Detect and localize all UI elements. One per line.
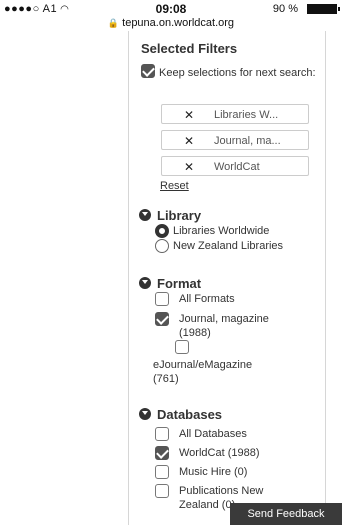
databases-facet-header[interactable]: Databases: [139, 407, 222, 422]
option-label: eJournal/eMagazine: [153, 359, 253, 371]
option-label: All Databases: [179, 428, 247, 440]
close-icon[interactable]: ✕: [184, 108, 194, 122]
chip-label: Libraries W...: [214, 109, 279, 121]
chevron-down-icon[interactable]: [139, 277, 151, 289]
option-label: Publications New: [179, 485, 264, 497]
checkbox-all-databases[interactable]: [155, 427, 169, 441]
chevron-down-icon[interactable]: [139, 408, 151, 420]
library-facet-header[interactable]: Library: [139, 208, 201, 223]
chip-label: Journal, ma...: [214, 135, 281, 147]
radio-libraries-worldwide[interactable]: [155, 224, 169, 238]
option-label: WorldCat (1988): [179, 447, 260, 459]
option-label: All Formats: [179, 293, 235, 305]
checkbox-all-formats[interactable]: [155, 292, 169, 306]
close-icon[interactable]: ✕: [184, 134, 194, 148]
filter-chip-worldcat[interactable]: ✕ WorldCat: [161, 156, 309, 176]
option-label: Libraries Worldwide: [173, 225, 270, 237]
selected-filters-title: Selected Filters: [141, 41, 238, 56]
format-facet-header[interactable]: Format: [139, 276, 201, 291]
checkbox-publications-nz[interactable]: [155, 484, 169, 498]
filter-chip-libraries[interactable]: ✕ Libraries W...: [161, 104, 309, 124]
option-label: Journal, magazine: [179, 313, 269, 325]
checkbox-journal-magazine[interactable]: [155, 312, 169, 326]
battery-percent: 90 %: [272, 3, 298, 15]
checkbox-music-hire[interactable]: [155, 465, 169, 479]
option-count: (761): [153, 373, 179, 385]
chip-label: WorldCat: [214, 161, 260, 173]
checkbox-worldcat[interactable]: [155, 446, 169, 460]
battery-icon: [307, 4, 340, 14]
option-label-cont: Zealand (0): [179, 499, 236, 511]
close-icon[interactable]: ✕: [184, 160, 194, 174]
send-feedback-button[interactable]: Send Feedback: [230, 503, 342, 525]
url-bar[interactable]: 🔒 tepuna.on.worldcat.org: [0, 17, 342, 31]
lock-icon: 🔒: [107, 18, 120, 28]
library-facet-title: Library: [157, 208, 202, 223]
checkbox-ejournal[interactable]: [175, 340, 189, 354]
format-facet-title: Format: [157, 276, 202, 291]
chevron-down-icon[interactable]: [139, 209, 151, 221]
keep-selections-label: Keep selections for next search:: [159, 67, 316, 79]
reset-link[interactable]: Reset: [160, 180, 189, 192]
option-count: (1988): [179, 327, 211, 339]
status-bar: ●●●●○ A1 ◠ 09:08 90 %: [0, 0, 342, 17]
databases-facet-title: Databases: [157, 407, 223, 422]
radio-new-zealand-libraries[interactable]: [155, 239, 169, 253]
option-label: Music Hire (0): [179, 466, 248, 478]
option-label: New Zealand Libraries: [173, 240, 284, 252]
filter-panel: Selected Filters Keep selections for nex…: [128, 31, 326, 525]
filter-chip-journal[interactable]: ✕ Journal, ma...: [161, 130, 309, 150]
url-text: tepuna.on.worldcat.org: [122, 17, 235, 29]
